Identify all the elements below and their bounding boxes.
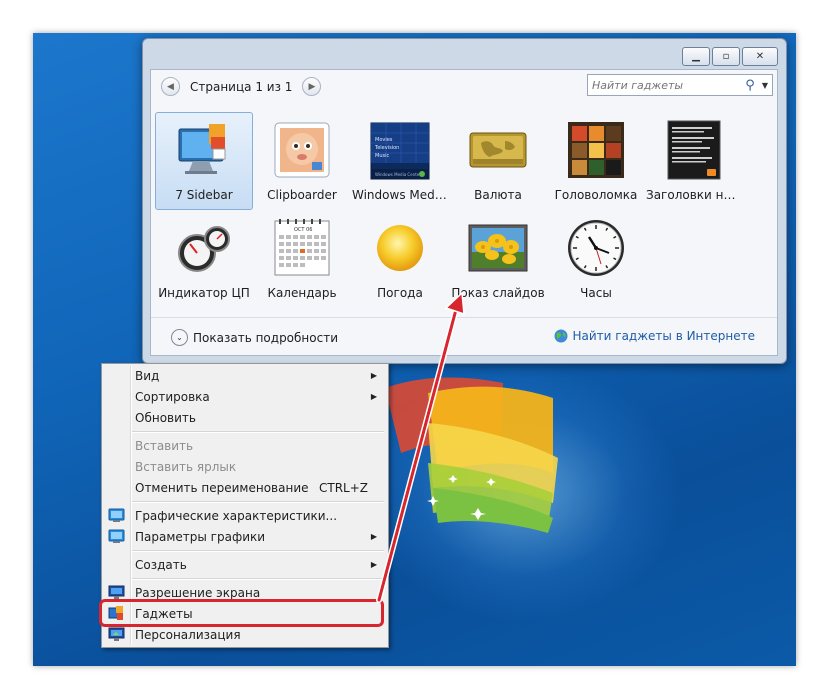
search-box: ⚲ ▼: [587, 74, 773, 96]
gadgets-highlight-frame: [99, 599, 384, 627]
show-details-button[interactable]: ⌄ Показать подробности: [171, 329, 338, 346]
calendar-icon: OCT 06: [274, 219, 330, 276]
menu-separator: [132, 501, 384, 503]
chevron-down-icon[interactable]: ▼: [758, 81, 772, 90]
window-footer: ⌄ Показать подробности Найти гаджеты в И…: [151, 317, 777, 356]
monitor-icon: [178, 124, 226, 174]
chevron-down-icon: ⌄: [171, 329, 188, 346]
gadget-tile-cpu-meter[interactable]: Индикатор ЦП: [155, 210, 253, 308]
puzzle-icon: [568, 122, 624, 178]
menu-item-paste-shortcut[interactable]: Вставить ярлык: [104, 456, 384, 477]
gadget-tile-calendar[interactable]: OCT 06 Календарь: [253, 210, 351, 308]
find-gadgets-online-label: Найти гаджеты в Интернете: [572, 329, 755, 343]
minimize-button[interactable]: ▁: [682, 47, 710, 66]
window-controls: ▁ ▫ ✕: [682, 47, 778, 66]
media-thumb-line: Television: [374, 145, 399, 151]
search-icon[interactable]: ⚲: [742, 78, 758, 93]
menu-item-refresh[interactable]: Обновить: [104, 407, 384, 428]
menu-item-label: Персонализация: [135, 627, 241, 642]
sun-icon: [377, 225, 423, 271]
menu-item-graphics-properties[interactable]: Графические характеристики...: [104, 505, 384, 526]
gadget-tile-weather[interactable]: Погода: [351, 210, 449, 308]
gadget-label: Windows Media...: [352, 188, 448, 202]
menu-item-new[interactable]: Создать ▶: [104, 554, 384, 575]
gadget-label: Часы: [580, 286, 612, 300]
menu-item-label: Сортировка: [135, 389, 210, 404]
close-button[interactable]: ✕: [742, 47, 778, 66]
gadget-tile-slideshow[interactable]: Показ слайдов: [449, 210, 547, 308]
menu-item-sort[interactable]: Сортировка ▶: [104, 386, 384, 407]
submenu-arrow-icon: ▶: [370, 371, 377, 380]
gadget-tile-news-headlines[interactable]: Заголовки нов...: [645, 112, 743, 210]
show-details-label: Показать подробности: [193, 330, 338, 345]
gadget-label: Валюта: [474, 188, 522, 202]
menu-item-label: Вставить: [135, 438, 194, 453]
slideshow-flowers-icon: [468, 224, 528, 272]
graphics-icon: [108, 508, 125, 522]
menu-item-label: Создать: [135, 557, 187, 572]
menu-item-label: Обновить: [135, 410, 196, 425]
gadget-tile-puzzle[interactable]: Головоломка: [547, 112, 645, 210]
menu-separator: [132, 431, 384, 433]
globe-icon: [554, 329, 568, 343]
gadget-label: Головоломка: [554, 188, 638, 202]
gadget-tile-windows-media-center[interactable]: Movies Television Music Windows Media Ce…: [351, 112, 449, 210]
menu-item-label: Отменить переименование: [135, 480, 309, 495]
menu-shortcut: CTRL+Z: [318, 480, 368, 495]
gadget-gallery-window: ▁ ▫ ✕ ◀ Страница 1 из 1 ▶ ⚲ ▼: [142, 38, 787, 364]
gadget-tile-7-sidebar[interactable]: 7 Sidebar: [155, 112, 253, 210]
media-thumb-line: Music: [375, 153, 389, 159]
menu-item-label: Графические характеристики...: [135, 508, 338, 523]
gadget-label: Погода: [377, 286, 423, 300]
gadget-tile-clipboarder[interactable]: Clipboarder: [253, 112, 351, 210]
menu-item-undo-rename[interactable]: Отменить переименование CTRL+Z: [104, 477, 384, 498]
menu-separator: [132, 550, 384, 552]
next-page-button[interactable]: ▶: [302, 77, 322, 96]
menu-separator: [132, 578, 384, 580]
submenu-arrow-icon: ▶: [370, 532, 377, 541]
menu-item-personalization[interactable]: Персонализация: [104, 624, 384, 645]
menu-item-paste[interactable]: Вставить: [104, 435, 384, 456]
page-indicator: Страница 1 из 1: [190, 79, 293, 94]
find-gadgets-online-link[interactable]: Найти гаджеты в Интернете: [554, 329, 755, 343]
baby-photo-icon: [274, 122, 330, 178]
prev-page-button[interactable]: ◀: [161, 77, 180, 96]
gadget-tile-currency[interactable]: Валюта: [449, 112, 547, 210]
media-center-icon: Movies Television Music Windows Media Ce…: [370, 122, 430, 180]
gadget-grid: 7 Sidebar Clipboarder Movies Television …: [155, 112, 771, 307]
gadget-label: Заголовки нов...: [646, 188, 742, 202]
menu-item-label: Разрешение экрана: [135, 585, 261, 600]
menu-item-label: Вставить ярлык: [135, 459, 237, 474]
gadget-label: Календарь: [267, 286, 337, 300]
gadget-label: Индикатор ЦП: [158, 286, 250, 300]
submenu-arrow-icon: ▶: [370, 392, 377, 401]
gadget-panel: ◀ Страница 1 из 1 ▶ ⚲ ▼ 7 Sideb: [150, 69, 778, 356]
menu-item-view[interactable]: Вид ▶: [104, 365, 384, 386]
submenu-arrow-icon: ▶: [370, 560, 377, 569]
maximize-button[interactable]: ▫: [712, 47, 740, 66]
currency-icon: [469, 132, 527, 168]
news-feed-icon: [667, 120, 721, 180]
media-thumb-line: Movies: [375, 137, 393, 143]
menu-item-label: Параметры графики: [135, 529, 266, 544]
gadget-label: 7 Sidebar: [175, 188, 233, 202]
gadget-label: Показ слайдов: [451, 286, 545, 300]
gadget-tile-clock[interactable]: Часы: [547, 210, 645, 308]
calendar-month: OCT 06: [294, 227, 312, 233]
cpu-meter-icon: [178, 226, 230, 272]
page-navigation: ◀ Страница 1 из 1 ▶: [161, 77, 322, 96]
media-thumb-footer: Windows Media Center: [375, 172, 421, 177]
graphics-icon: [108, 529, 125, 543]
personalization-icon: [108, 627, 125, 641]
search-input[interactable]: [588, 76, 742, 94]
menu-item-graphics-options[interactable]: Параметры графики ▶: [104, 526, 384, 547]
clock-icon: [568, 220, 624, 276]
menu-item-label: Вид: [135, 368, 160, 383]
gadget-label: Clipboarder: [267, 188, 337, 202]
